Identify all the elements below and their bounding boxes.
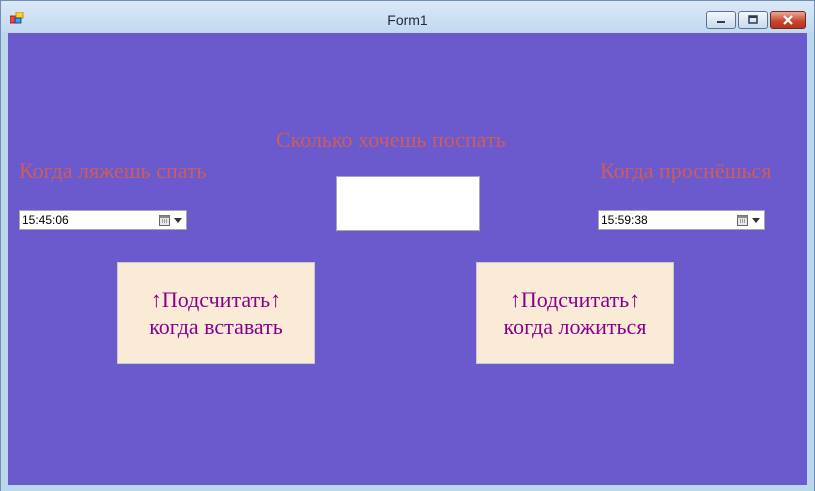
wakeup-time-value: 15:59:38: [601, 213, 648, 227]
wakeup-time-picker[interactable]: 15:59:38: [598, 210, 765, 230]
title-bar[interactable]: Form1: [1, 1, 814, 32]
bedtime-label: Когда ляжешь спать: [19, 158, 207, 183]
calc-bedtime-line1: ↑Подсчитать↑: [509, 287, 641, 312]
sleep-duration-label: Сколько хочешь поспать: [276, 127, 506, 152]
calc-wakeup-line1: ↑Подсчитать↑: [150, 287, 282, 312]
minimize-button[interactable]: [706, 11, 736, 29]
window-title: Form1: [387, 12, 428, 28]
calc-bedtime-line2: когда ложиться: [503, 314, 647, 339]
close-button[interactable]: [770, 11, 806, 29]
chevron-down-icon[interactable]: [174, 218, 182, 223]
sleep-duration-input[interactable]: [336, 176, 480, 231]
calc-wakeup-line2: когда вставать: [149, 314, 283, 339]
wakeup-label: Когда проснёшься: [600, 158, 772, 183]
bedtime-time-value: 15:45:06: [22, 213, 69, 227]
maximize-icon: [748, 15, 758, 24]
maximize-button[interactable]: [738, 11, 768, 29]
close-icon: [783, 15, 793, 25]
bedtime-time-picker[interactable]: 15:45:06: [19, 210, 187, 230]
window-bottom-border: [1, 485, 814, 491]
chevron-down-icon[interactable]: [752, 218, 760, 223]
minimize-icon: [717, 21, 725, 23]
calendar-icon[interactable]: [737, 214, 748, 226]
calc-wakeup-button[interactable]: ↑Подсчитать↑ когда вставать: [117, 262, 315, 364]
calc-bedtime-button[interactable]: ↑Подсчитать↑ когда ложиться: [476, 262, 674, 364]
calendar-icon[interactable]: [159, 214, 170, 226]
form-client-area: Сколько хочешь поспать Когда ляжешь спат…: [8, 33, 807, 485]
app-window: Form1 Сколько хочешь поспать Когда ляжеш…: [0, 0, 815, 491]
